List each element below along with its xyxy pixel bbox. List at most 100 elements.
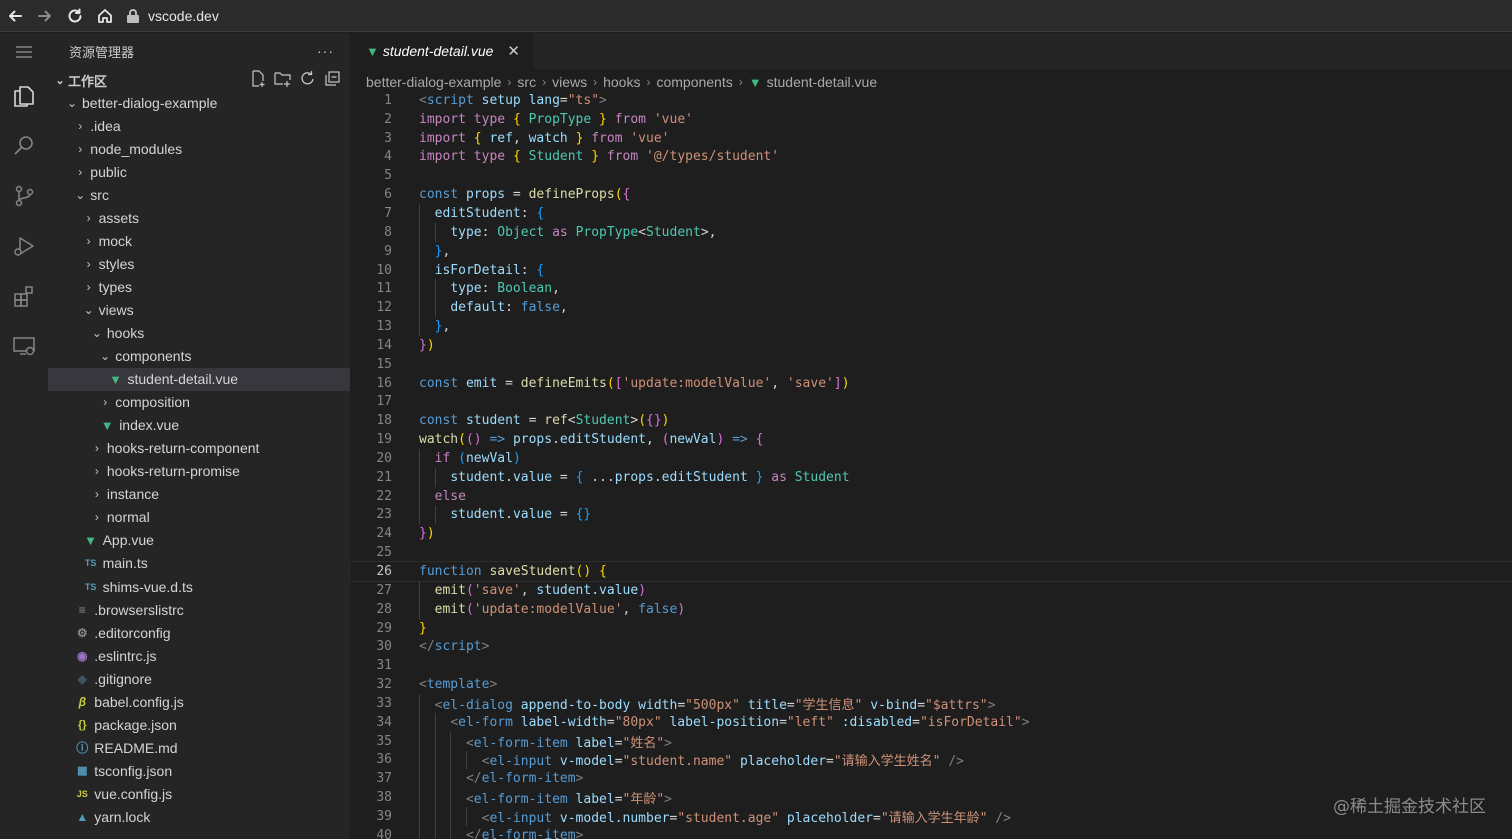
code-line[interactable]: 27 emit('save', student.value) (350, 580, 1512, 600)
tree-folder[interactable]: › .idea (48, 114, 350, 137)
code-line[interactable]: 16 const emit = defineEmits(['update:mode… (350, 374, 1512, 393)
tree-file[interactable]: ▲ yarn.lock (48, 805, 350, 828)
code-line[interactable]: 30 </script> (350, 637, 1512, 656)
workspace-section-header[interactable]: ⌄ 工作区 (48, 69, 350, 91)
code-line[interactable]: 32 <template> (350, 675, 1512, 694)
code-line[interactable]: 40 </el-form-item> (350, 825, 1512, 839)
tree-folder[interactable]: ⌄ better-dialog-example (48, 91, 350, 114)
tree-folder[interactable]: › normal (48, 506, 350, 529)
code-line[interactable]: 24}) (350, 524, 1512, 543)
tree-file[interactable]: ⓘ README.md (48, 736, 350, 759)
code-line[interactable]: 17 (350, 393, 1512, 412)
code-line[interactable]: 36 <el-input v-model="student.name" plac… (350, 750, 1512, 769)
code-line[interactable]: 20 if (newVal) (350, 449, 1512, 468)
explorer-icon[interactable] (0, 71, 48, 121)
code-line[interactable]: 22 else (350, 486, 1512, 506)
breadcrumb-item[interactable]: student-detail.vue (767, 74, 878, 90)
tree-file[interactable]: {} package.json (48, 713, 350, 736)
tree-file[interactable]: β babel.config.js (48, 690, 350, 713)
code-token: , (442, 243, 451, 259)
tree-file[interactable]: ◆ .gitignore (48, 667, 350, 690)
tree-folder[interactable]: ⌄ views (48, 298, 350, 321)
close-icon[interactable]: ✕ (507, 42, 520, 60)
breadcrumb-item[interactable]: hooks (603, 74, 640, 90)
tree-folder[interactable]: › assets (48, 206, 350, 229)
breadcrumb-item[interactable]: views (552, 74, 587, 90)
tree-folder[interactable]: › styles (48, 252, 350, 275)
tree-file[interactable]: ▼ student-detail.vue (48, 367, 350, 391)
tree-folder[interactable]: ⌄ hooks (48, 321, 350, 344)
more-actions-icon[interactable]: ··· (317, 43, 334, 59)
search-icon[interactable] (0, 121, 48, 171)
code-editor[interactable]: 1 <script setup lang="ts"> 2 import type { … (349, 91, 1512, 839)
tree-folder[interactable]: › node_modules (48, 137, 350, 160)
breadcrumb-item[interactable]: better-dialog-example (366, 74, 501, 90)
code-line[interactable]: 4 import type { Student } from '@/types/s… (350, 148, 1512, 167)
tree-folder[interactable]: › hooks-return-component (48, 437, 350, 460)
refresh-icon[interactable] (298, 69, 317, 91)
code-line[interactable]: 25 (350, 543, 1512, 562)
code-line[interactable]: 14}) (350, 336, 1512, 355)
code-line[interactable]: 9 }, (350, 241, 1512, 261)
tree-file[interactable]: ▦ tsconfig.json (48, 759, 350, 782)
code-line[interactable]: 18 const student = ref<Student>({}) (350, 411, 1512, 430)
address-bar[interactable]: vscode.dev (126, 8, 219, 24)
code-line[interactable]: 26 function saveStudent() { (349, 561, 1512, 582)
code-line[interactable]: 5 (350, 166, 1512, 185)
home-icon[interactable] (90, 0, 120, 32)
code-line[interactable]: 7 editStudent: { (350, 204, 1512, 223)
forward-arrow-icon[interactable] (30, 0, 60, 32)
tree-file[interactable]: TS main.ts (48, 552, 350, 575)
code-line[interactable]: 33 <el-dialog append-to-body width="500p… (350, 694, 1512, 713)
breadcrumb-item[interactable]: src (517, 74, 536, 90)
tree-file[interactable]: ▼ App.vue (48, 529, 350, 552)
tree-folder[interactable]: › public (48, 160, 350, 183)
source-control-icon[interactable] (0, 171, 48, 221)
tree-file[interactable]: JS vue.config.js (48, 782, 350, 805)
code-line[interactable]: 2 import type { PropType } from 'vue' (350, 110, 1512, 129)
code-line[interactable]: 12 default: false, (350, 298, 1512, 318)
tree-folder[interactable]: › mock (48, 229, 350, 252)
tree-folder[interactable]: › instance (48, 483, 350, 506)
code-line[interactable]: 31 (350, 656, 1512, 675)
code-line[interactable]: 11 type: Boolean, (350, 279, 1512, 299)
menu-icon[interactable] (0, 33, 48, 71)
breadcrumb-item[interactable]: components (656, 74, 732, 90)
code-line[interactable]: 21 student.value = { ...props.editStuden… (350, 467, 1512, 487)
reload-icon[interactable] (60, 0, 90, 32)
tree-file[interactable]: ≡ .browserslistrc (48, 598, 350, 621)
code-line[interactable]: 1 <script setup lang="ts"> (350, 91, 1512, 110)
code-line[interactable]: 15 (350, 355, 1512, 374)
tree-file[interactable]: TS shims-vue.d.ts (48, 575, 350, 598)
tree-folder[interactable]: ⌄ src (48, 183, 350, 206)
tree-folder[interactable]: › types (48, 275, 350, 298)
code-line[interactable]: 8 type: Object as PropType<Student>, (350, 222, 1512, 242)
extensions-icon[interactable] (0, 271, 48, 321)
collapse-all-icon[interactable] (323, 69, 342, 91)
back-arrow-icon[interactable] (0, 0, 30, 32)
code-line[interactable]: 23 student.value = {} (350, 505, 1512, 525)
code-line[interactable]: 37 </el-form-item> (350, 769, 1512, 789)
code-line[interactable]: 6 const props = defineProps({ (350, 185, 1512, 204)
code-line[interactable]: 28 emit('update:modelValue', false) (350, 599, 1512, 619)
tree-file[interactable]: ▼ index.vue (48, 414, 350, 437)
code-token: const (419, 375, 459, 391)
run-debug-icon[interactable] (0, 221, 48, 271)
tree-folder[interactable]: › composition (48, 391, 350, 414)
code-line[interactable]: 3 import { ref, watch } from 'vue' (350, 129, 1512, 148)
code-line[interactable]: 34 <el-form label-width="80px" label-pos… (350, 712, 1512, 732)
code-line[interactable]: 35 <el-form-item label="姓名"> (350, 731, 1512, 751)
tree-file[interactable]: ◉ .eslintrc.js (48, 644, 350, 667)
code-line[interactable]: 10 isForDetail: { (350, 260, 1512, 280)
code-line[interactable]: 19 watch(() => props.editStudent, (newVal… (350, 430, 1512, 449)
code-line[interactable]: 13 }, (350, 317, 1512, 336)
new-file-icon[interactable] (248, 69, 267, 91)
tree-folder[interactable]: ⌄ components (48, 345, 350, 368)
tree-file[interactable]: ⚙ .editorconfig (48, 621, 350, 644)
remote-explorer-icon[interactable] (0, 321, 48, 371)
code-token: > (489, 677, 498, 693)
code-line[interactable]: 29} (350, 619, 1512, 638)
tree-folder[interactable]: › hooks-return-promise (48, 460, 350, 483)
tab-student-detail[interactable]: ▼ student-detail.vue ✕ (350, 33, 534, 69)
new-folder-icon[interactable] (273, 69, 292, 91)
